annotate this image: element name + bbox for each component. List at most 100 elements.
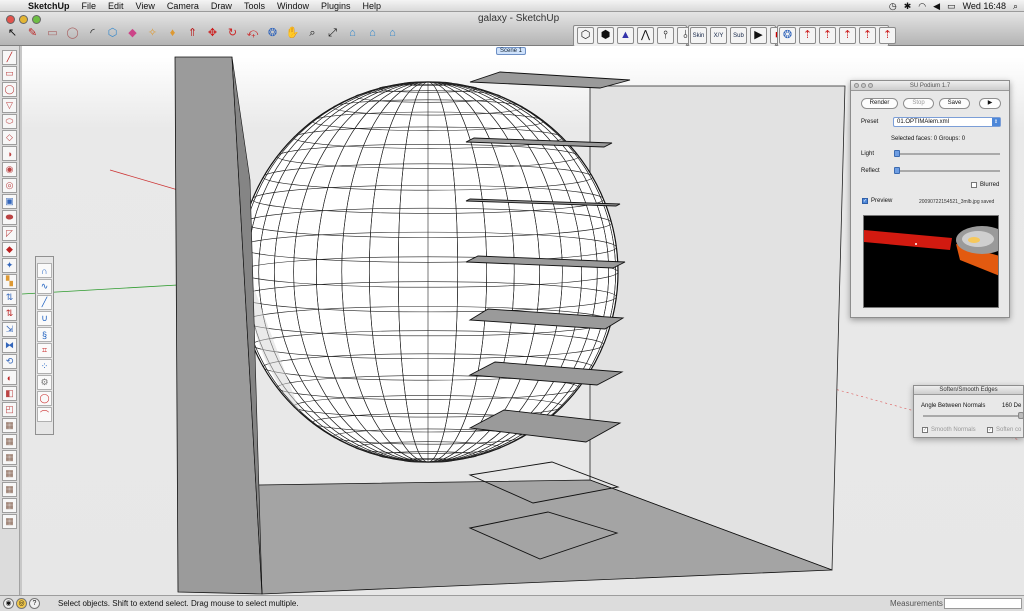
share-model-icon[interactable]: ⌂	[364, 25, 381, 42]
spline-curve-icon[interactable]: ∿	[37, 279, 52, 294]
menu-camera[interactable]: Camera	[161, 0, 205, 12]
play-render-icon[interactable]: ▶	[750, 27, 767, 44]
angle-slider[interactable]	[923, 412, 1024, 419]
eraser-tool-icon[interactable]: ◆	[124, 25, 141, 42]
s-curve-icon[interactable]: §	[37, 327, 52, 342]
closed-curve-icon[interactable]: ◯	[37, 391, 52, 406]
menu-app-name[interactable]: SketchUp	[22, 0, 76, 12]
section-plane-icon[interactable]: ◆	[2, 242, 17, 257]
measurements-input[interactable]	[944, 598, 1022, 609]
walk-tool-icon[interactable]: ⟲	[2, 354, 17, 369]
protractor-icon[interactable]: ⇅	[2, 306, 17, 321]
terrain-four-icon[interactable]: ▦	[2, 466, 17, 481]
circle-tool-icon[interactable]: ◯	[2, 82, 17, 97]
back-view-icon[interactable]: ⫯	[657, 27, 674, 44]
offset-tool-icon[interactable]: ▣	[2, 194, 17, 209]
top-view-icon[interactable]: ⬢	[597, 27, 614, 44]
reflect-slider[interactable]	[894, 167, 1000, 174]
tape-measure-icon[interactable]: ✧	[144, 25, 161, 42]
menu-help[interactable]: Help	[357, 0, 388, 12]
play-button[interactable]: ▶	[979, 98, 1001, 109]
menu-file[interactable]: File	[76, 0, 103, 12]
podium-titlebar[interactable]: SU Podium 1.7	[851, 81, 1009, 91]
menu-draw[interactable]: Draw	[205, 0, 238, 12]
plugin-five-icon[interactable]: ⇡	[879, 27, 896, 44]
arc-tool-icon[interactable]: ◇	[2, 130, 17, 145]
look-around-icon[interactable]: ◐	[2, 370, 17, 385]
rectangle-tool-icon[interactable]: ▭	[44, 25, 61, 42]
soften-coplanar-checkbox[interactable]: ✓	[987, 427, 993, 433]
select-tool-icon[interactable]: ↖	[4, 25, 21, 42]
plugin-orbit-icon[interactable]: ❂	[779, 27, 796, 44]
terrain-three-icon[interactable]: ▦	[2, 450, 17, 465]
dimension-icon[interactable]: ⇅	[2, 290, 17, 305]
plugin-three-icon[interactable]: ⇡	[839, 27, 856, 44]
zoom-window-icon[interactable]	[32, 15, 41, 24]
text-tool-icon[interactable]: ⇲	[2, 322, 17, 337]
polygon-tool-icon[interactable]: ▽	[2, 98, 17, 113]
line-tool-icon[interactable]: ╱	[2, 50, 17, 65]
podium-minimize-icon[interactable]	[861, 83, 866, 88]
light-slider[interactable]	[894, 150, 1000, 157]
wifi-icon[interactable]: ◠	[918, 0, 926, 12]
zoom-extents-icon[interactable]: ⤢	[324, 25, 341, 42]
get-models-icon[interactable]: ⌂	[344, 25, 361, 42]
circle-tool-icon[interactable]: ◯	[64, 25, 81, 42]
iso-view-icon[interactable]: ⬡	[577, 27, 594, 44]
smooth-normals-checkbox[interactable]: ✓	[922, 427, 928, 433]
angle-slider-knob[interactable]	[1018, 412, 1024, 419]
help-icon[interactable]: ?	[29, 598, 40, 609]
menu-window[interactable]: Window	[271, 0, 315, 12]
arc-tool-icon[interactable]: ◜	[84, 25, 101, 42]
preview-checkbox[interactable]: ✓	[862, 198, 868, 204]
rectangle-tool-icon[interactable]: ▭	[2, 66, 17, 81]
close-window-icon[interactable]	[6, 15, 15, 24]
intersect-icon[interactable]: ◎	[2, 178, 17, 193]
tape-tool-icon[interactable]: ▚	[2, 274, 17, 289]
menu-view[interactable]: View	[130, 0, 161, 12]
menu-tools[interactable]: Tools	[238, 0, 271, 12]
push-pull-icon[interactable]: ⇑	[184, 25, 201, 42]
plugin-one-icon[interactable]: ⇡	[799, 27, 816, 44]
geo-location-icon[interactable]: ◉	[3, 598, 14, 609]
position-camera-icon[interactable]: ◧	[2, 386, 17, 401]
skin-button[interactable]: Skin	[690, 27, 707, 44]
save-button[interactable]: Save	[939, 98, 970, 109]
paint-bucket-icon[interactable]: ♦	[164, 25, 181, 42]
xy-button[interactable]: X/Y	[710, 27, 727, 44]
move-tool-icon[interactable]: ✥	[204, 25, 221, 42]
control-points-icon[interactable]: ⁘	[37, 359, 52, 374]
paint-icon[interactable]: ◸	[2, 226, 17, 241]
spotlight-icon[interactable]: ⌕	[1013, 0, 1018, 12]
reflect-slider-knob[interactable]	[894, 167, 900, 174]
menu-edit[interactable]: Edit	[102, 0, 130, 12]
arc-two-icon[interactable]: ◑	[2, 146, 17, 161]
arch-curve-icon[interactable]: ⌒	[37, 407, 52, 422]
u-curve-icon[interactable]: ∪	[37, 311, 52, 326]
menu-plugins[interactable]: Plugins	[315, 0, 357, 12]
pencil-tool-icon[interactable]: ✎	[24, 25, 41, 42]
make-component-icon[interactable]: ⬡	[104, 25, 121, 42]
3d-text-icon[interactable]: ⧓	[2, 338, 17, 353]
podium-close-icon[interactable]	[854, 83, 859, 88]
terrain-seven-icon[interactable]: ▦	[2, 514, 17, 529]
pan-tool-icon[interactable]: ✋	[284, 25, 301, 42]
plugin-four-icon[interactable]: ⇡	[859, 27, 876, 44]
credits-icon[interactable]: ◎	[16, 598, 27, 609]
podium-zoom-icon[interactable]	[868, 83, 873, 88]
edit-points-icon[interactable]: ⌗	[37, 343, 52, 358]
orbit-tool-icon[interactable]: ❂	[264, 25, 281, 42]
battery-icon[interactable]: ▭	[947, 0, 956, 12]
minimize-window-icon[interactable]	[19, 15, 28, 24]
zoom-tool-icon[interactable]: ⌕	[304, 25, 321, 42]
front-view-icon[interactable]: ▲	[617, 27, 634, 44]
bluetooth-icon[interactable]: ✱	[904, 0, 912, 12]
stop-button[interactable]: Stop	[903, 98, 934, 109]
terrain-one-icon[interactable]: ▦	[2, 418, 17, 433]
polyline-icon[interactable]: ╱	[37, 295, 52, 310]
terrain-six-icon[interactable]: ▦	[2, 498, 17, 513]
bezier-curve-icon[interactable]: ∩	[37, 263, 52, 278]
axes-tool-icon[interactable]: ✦	[2, 258, 17, 273]
render-button[interactable]: Render	[861, 98, 898, 109]
blurred-checkbox[interactable]	[971, 182, 977, 188]
